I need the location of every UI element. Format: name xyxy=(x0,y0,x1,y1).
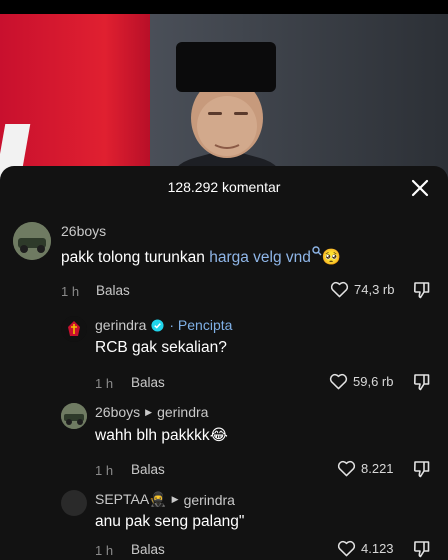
reply-arrow-icon: ▶ xyxy=(145,406,153,417)
comment-count: 128.292 komentar xyxy=(167,179,281,195)
like-button[interactable]: 59,6 rb xyxy=(329,373,393,390)
username-text[interactable]: SEPTAA🥷 xyxy=(95,491,167,508)
reply-button[interactable]: Balas xyxy=(131,542,165,557)
video-background[interactable] xyxy=(0,14,448,184)
comment-text: RCB gak sekalian? xyxy=(95,339,227,356)
dislike-icon[interactable] xyxy=(412,372,432,392)
avatar[interactable] xyxy=(61,490,87,516)
comment-item: 26boys pakk tolong turunkan harga velg v… xyxy=(0,220,448,300)
avatar[interactable] xyxy=(61,316,87,342)
comment-time: 1 h xyxy=(95,543,114,558)
dislike-icon[interactable] xyxy=(412,539,432,559)
like-button[interactable]: 74,3 rb xyxy=(330,281,394,298)
reply-button[interactable]: Balas xyxy=(131,462,165,477)
comment-time: 1 h xyxy=(95,463,114,478)
username-text[interactable]: 26boys xyxy=(61,223,106,239)
avatar[interactable] xyxy=(61,403,87,429)
username-text[interactable]: gerindra xyxy=(95,317,146,333)
reply-item: 26boys ▶ gerindra wahh blh pakkkk😂 1 h B… xyxy=(0,401,448,481)
search-link-text[interactable]: harga velg vnd xyxy=(209,249,311,266)
reply-item: SEPTAA🥷 ▶ gerindra anu pak seng palang" … xyxy=(0,488,448,560)
reply-to-username[interactable]: gerindra xyxy=(184,492,235,508)
reply-item: gerindra · Pencipta RCB gak sekalian? 1 … xyxy=(0,314,448,394)
avatar[interactable] xyxy=(13,222,51,260)
person-image xyxy=(168,42,286,184)
comment-emoji: 🥺 xyxy=(321,249,342,267)
comment-text: wahh blh pakkkk😂 xyxy=(95,427,228,444)
comment-time: 1 h xyxy=(95,376,114,391)
like-button[interactable]: 8.221 xyxy=(337,460,394,477)
heart-icon xyxy=(337,460,356,477)
comment-username[interactable]: 26boys ▶ gerindra xyxy=(95,404,208,420)
comment-time: 1 h xyxy=(61,284,80,299)
username-text[interactable]: 26boys xyxy=(95,404,140,420)
heart-icon xyxy=(330,281,349,298)
reply-button[interactable]: Balas xyxy=(96,283,130,298)
avatar-image xyxy=(61,403,87,429)
reply-arrow-icon: ▶ xyxy=(171,494,179,504)
reply-to-username[interactable]: gerindra xyxy=(157,404,208,420)
search-link[interactable]: harga velg vnd xyxy=(209,246,322,266)
heart-icon xyxy=(329,373,348,390)
dislike-icon[interactable] xyxy=(412,280,432,300)
verified-badge-icon xyxy=(151,318,164,332)
comments-header: 128.292 komentar xyxy=(0,166,448,210)
gerindra-logo-icon xyxy=(61,316,87,342)
heart-icon xyxy=(337,540,356,557)
like-button[interactable]: 4.123 xyxy=(337,540,394,557)
comment-username[interactable]: gerindra · Pencipta xyxy=(95,317,232,333)
dislike-icon[interactable] xyxy=(412,459,432,479)
search-icon[interactable] xyxy=(312,246,322,256)
comment-text: pakk tolong turunkan harga velg vnd 🥺 xyxy=(61,246,341,267)
like-count: 74,3 rb xyxy=(354,282,395,297)
like-count: 59,6 rb xyxy=(353,374,394,389)
status-bar xyxy=(0,0,448,14)
comment-text-plain: pakk tolong turunkan xyxy=(61,249,210,267)
close-icon[interactable] xyxy=(410,178,430,198)
comment-text: anu pak seng palang" xyxy=(95,513,245,530)
like-count: 8.221 xyxy=(361,461,394,476)
reply-button[interactable]: Balas xyxy=(131,375,165,390)
comment-username[interactable]: 26boys xyxy=(61,223,106,239)
creator-label: · Pencipta xyxy=(169,317,233,333)
comments-sheet: 128.292 komentar 26boys pakk tolong turu… xyxy=(0,166,448,560)
comment-username[interactable]: SEPTAA🥷 ▶ gerindra xyxy=(95,491,235,508)
avatar-image xyxy=(13,222,51,260)
like-count: 4.123 xyxy=(361,541,394,556)
